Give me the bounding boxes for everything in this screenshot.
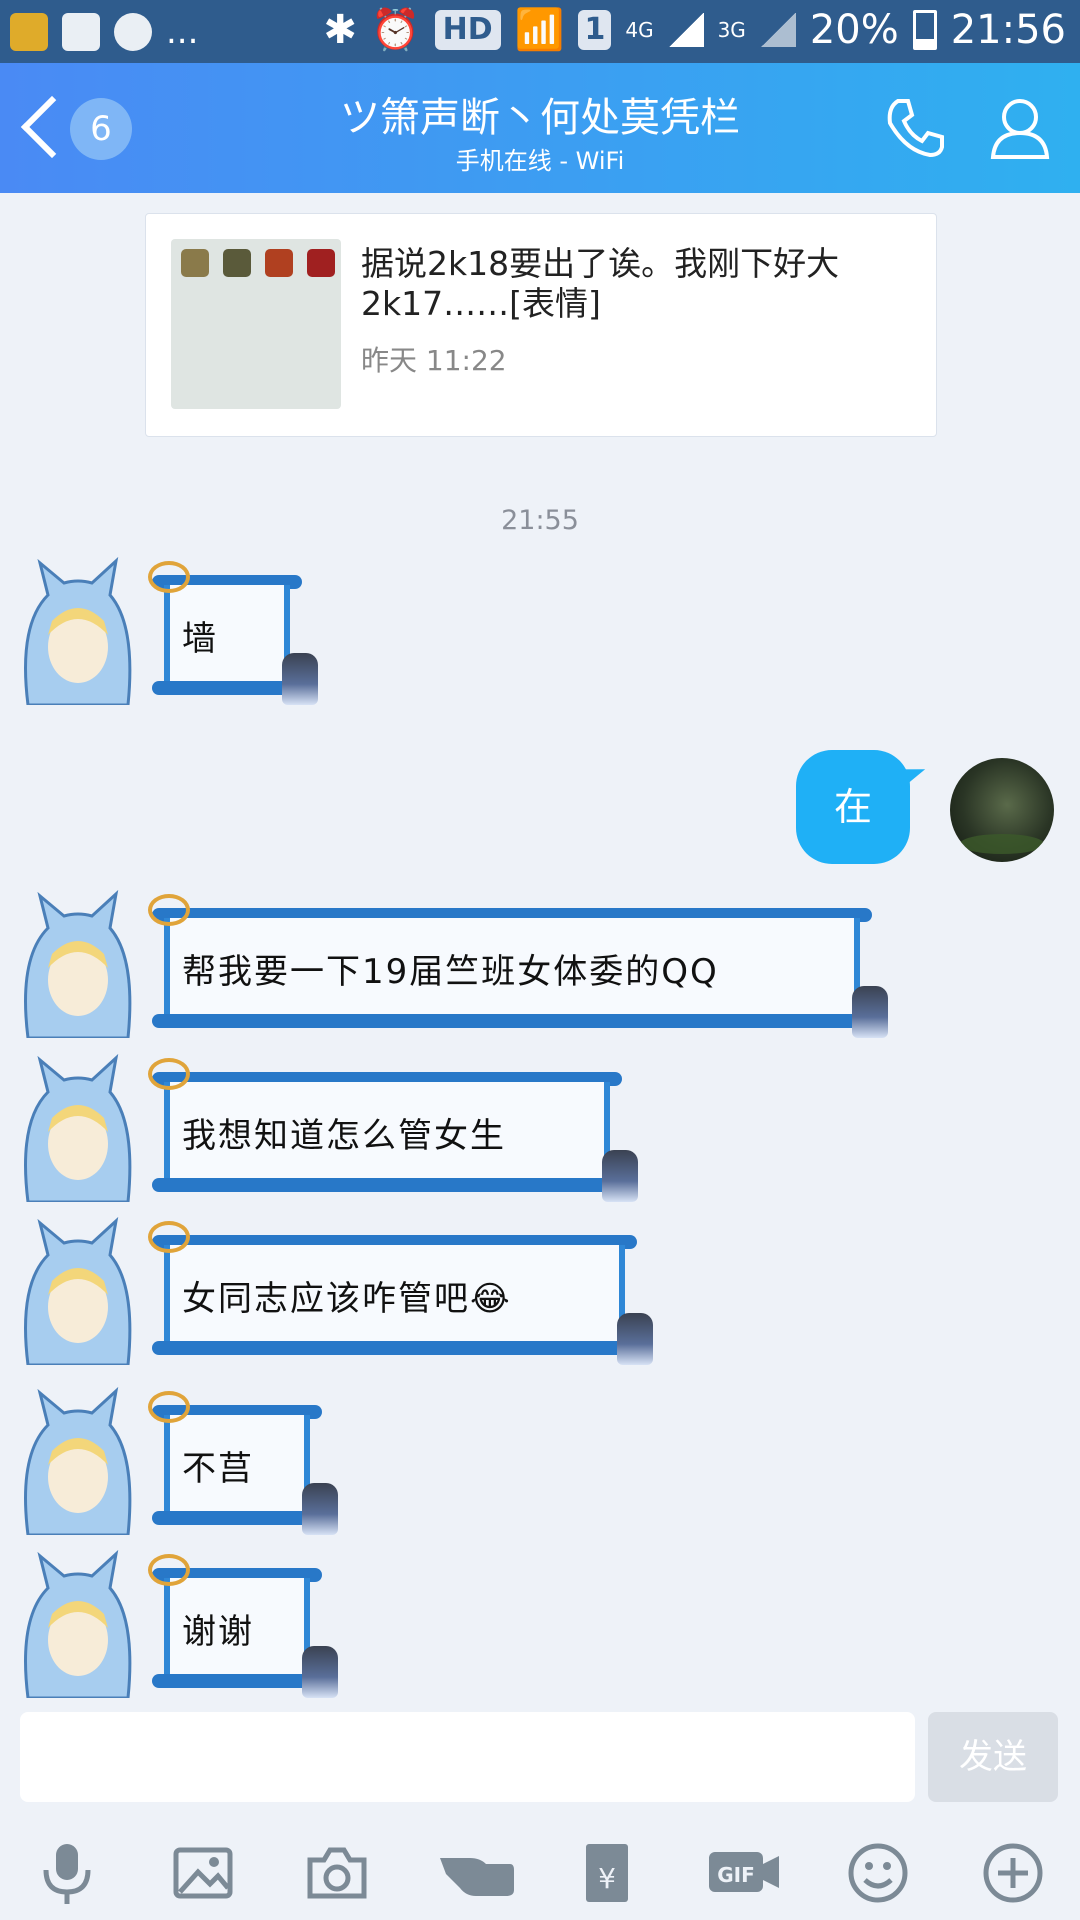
hd-badge: HD: [434, 9, 501, 50]
notification-sync-icon: [114, 13, 152, 51]
message-input[interactable]: [20, 1712, 915, 1802]
plus-icon[interactable]: [978, 1838, 1048, 1908]
character-sticker-icon: [282, 653, 318, 705]
clock: 21:56: [950, 6, 1066, 53]
card-time: 昨天 11:22: [361, 344, 507, 377]
notification-overflow: ...: [166, 12, 199, 52]
card-thumbnail: [171, 239, 341, 409]
message-timestamp: 21:55: [501, 505, 579, 536]
battery-percent: 20%: [809, 6, 899, 53]
image-icon[interactable]: [168, 1838, 238, 1908]
character-sticker-icon: [852, 986, 888, 1038]
mic-icon[interactable]: [32, 1838, 102, 1908]
battery-icon: [912, 9, 937, 50]
app-icon: [265, 249, 293, 277]
message-text: 在: [833, 785, 872, 829]
svg-text:¥: ¥: [598, 1862, 616, 1895]
message-bubble[interactable]: 帮我要一下19届竺班女体委的QQ: [148, 894, 888, 1038]
phone-icon[interactable]: [880, 93, 950, 163]
send-button[interactable]: 发送: [928, 1712, 1058, 1802]
chat-header: 6 ツ箫声断丶何处莫凭栏 手机在线 - WiFi: [0, 63, 1080, 193]
contact-avatar[interactable]: [18, 1052, 136, 1202]
contact-avatar[interactable]: [18, 1548, 136, 1698]
app-icon: [181, 249, 209, 277]
contact-avatar[interactable]: [18, 888, 136, 1038]
message-text: 墙: [182, 618, 218, 659]
svg-text:GIF: GIF: [717, 1863, 755, 1887]
message-text: 帮我要一下19届竺班女体委的QQ: [182, 951, 719, 992]
message-text: 女同志应该咋管吧😂: [182, 1278, 512, 1319]
contact-avatar[interactable]: [18, 1215, 136, 1365]
status-bar: ... ✱ ⏰ HD 📶 1 4G 3G 20% 21:56: [0, 0, 1080, 63]
my-avatar[interactable]: [950, 758, 1054, 862]
signal-icon-2: [759, 12, 796, 47]
message-bubble[interactable]: 墙: [148, 561, 318, 705]
character-sticker-icon: [302, 1483, 338, 1535]
network-4g: 4G: [625, 17, 654, 42]
card-text: 据说2k18要出了诶。我刚下好大2k17……[表情]: [361, 244, 840, 323]
message-bubble[interactable]: 我想知道怎么管女生: [148, 1058, 638, 1202]
message-text: 不莒: [182, 1448, 254, 1489]
message-bubble-self[interactable]: 在: [796, 750, 910, 864]
network-3g: 3G: [717, 17, 746, 42]
bluetooth-icon: ✱: [323, 6, 357, 53]
message-bubble[interactable]: 谢谢: [148, 1554, 338, 1698]
shared-content-card[interactable]: 据说2k18要出了诶。我刚下好大2k17……[表情] 昨天 11:22: [145, 213, 937, 437]
notification-image-icon: [62, 13, 100, 51]
emoji-icon[interactable]: [843, 1838, 913, 1908]
app-icon: [307, 249, 335, 277]
wifi-icon: 📶: [514, 7, 565, 53]
character-sticker-icon: [617, 1313, 653, 1365]
alarm-icon: ⏰: [370, 7, 421, 53]
character-sticker-icon: [302, 1646, 338, 1698]
camera-icon[interactable]: [302, 1838, 372, 1908]
sim-badge: 1: [578, 9, 612, 50]
character-sticker-icon: [602, 1150, 638, 1202]
contact-avatar[interactable]: [18, 555, 136, 705]
gif-icon[interactable]: GIF: [705, 1838, 783, 1908]
notification-star-icon: [10, 13, 48, 51]
message-text: 谢谢: [182, 1611, 254, 1652]
input-toolbar: ¥ GIF: [0, 1820, 1080, 1920]
app-icon: [223, 249, 251, 277]
red-packet-icon[interactable]: ¥: [572, 1838, 642, 1908]
poke-icon[interactable]: [436, 1838, 516, 1908]
user-profile-icon[interactable]: [985, 93, 1055, 163]
message-text: 我想知道怎么管女生: [182, 1115, 506, 1156]
message-bubble[interactable]: 不莒: [148, 1391, 338, 1535]
signal-icon-1: [667, 12, 704, 47]
contact-avatar[interactable]: [18, 1385, 136, 1535]
message-bubble[interactable]: 女同志应该咋管吧😂: [148, 1221, 653, 1365]
